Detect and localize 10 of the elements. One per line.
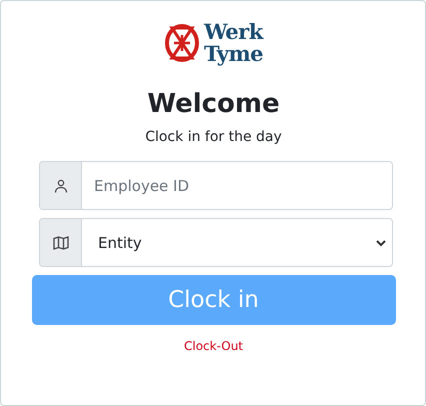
- logo-text: Werk Tyme: [204, 21, 264, 65]
- chevron-down-icon: [376, 238, 386, 246]
- subtitle: Clock in for the day: [145, 129, 282, 145]
- person-icon: [54, 178, 68, 192]
- entity-select[interactable]: Entity: [39, 218, 393, 267]
- clock-out-link[interactable]: Clock-Out: [184, 339, 244, 353]
- page-title: Welcome: [147, 88, 280, 121]
- map-icon: [52, 236, 68, 250]
- employee-id-field[interactable]: Employee ID: [39, 161, 393, 210]
- logo-icon: [164, 23, 200, 63]
